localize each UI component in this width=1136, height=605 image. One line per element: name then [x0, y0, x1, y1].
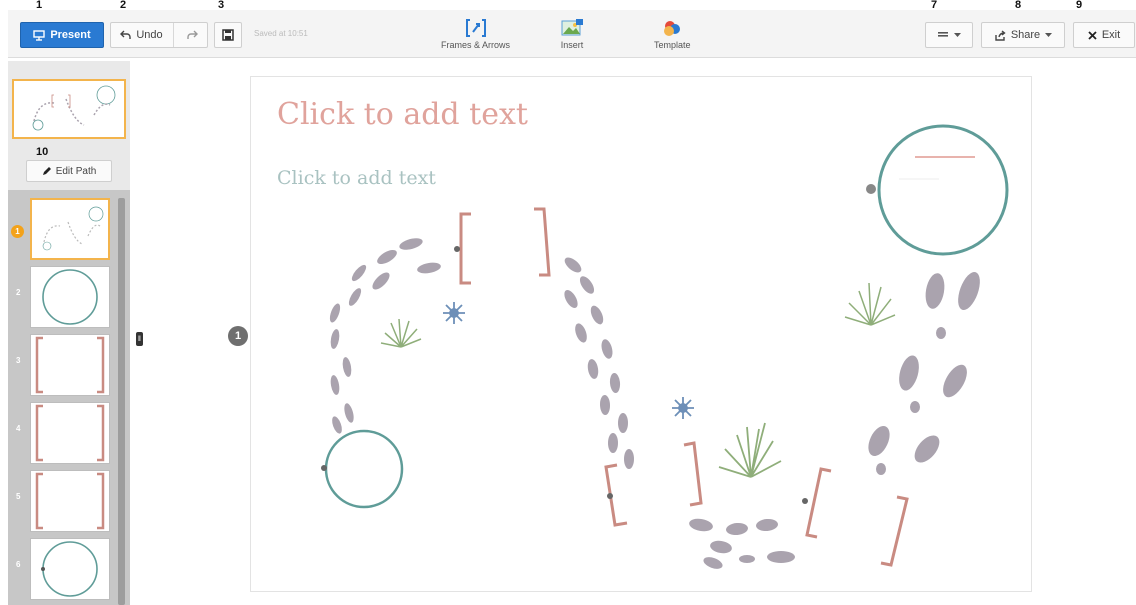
frames-arrows-tool[interactable]: Frames & Arrows — [441, 18, 510, 50]
undo-label: Undo — [136, 29, 163, 41]
thumb-preview — [42, 206, 104, 251]
grass-plant[interactable] — [844, 282, 896, 326]
path-thumb-4[interactable] — [30, 402, 110, 464]
path-thumb-2[interactable] — [30, 266, 110, 328]
chevron-down-icon — [954, 32, 961, 37]
canvas-artwork — [321, 124, 1009, 569]
chevron-down-icon — [1045, 32, 1053, 37]
present-button[interactable]: Present — [20, 22, 104, 48]
save-icon — [222, 29, 234, 41]
top-toolbar: Present Undo Saved at 10:51 Frames & Arr… — [8, 10, 1136, 58]
path-thumb-1[interactable] — [30, 198, 110, 260]
overview-preview — [32, 85, 116, 131]
thumb-preview — [35, 472, 105, 530]
grass-plant[interactable] — [718, 422, 782, 478]
succulent-plant[interactable] — [672, 397, 694, 419]
callout-10: 10 — [36, 146, 49, 158]
edit-path-label: Edit Path — [55, 165, 97, 177]
grass-plant[interactable] — [380, 318, 422, 348]
path-step-marker[interactable]: 1 — [228, 326, 248, 346]
thumb-preview — [42, 269, 98, 325]
present-icon — [33, 29, 46, 41]
succulent-plant[interactable] — [443, 302, 465, 324]
circle-frame-small[interactable] — [321, 429, 404, 509]
undo-icon — [120, 30, 132, 39]
edit-path-button[interactable]: Edit Path — [26, 160, 112, 182]
overview-thumbnail[interactable] — [12, 79, 126, 139]
undo-button[interactable]: Undo — [120, 23, 174, 47]
thumbnail-scrollbar[interactable] — [118, 198, 125, 605]
undo-redo-group: Undo — [110, 22, 208, 48]
thumb-number: 2 — [16, 288, 21, 297]
exit-button[interactable]: Exit — [1073, 22, 1135, 48]
thumb-number: 6 — [16, 560, 21, 569]
present-label: Present — [50, 29, 91, 41]
template-tool[interactable]: Template — [654, 18, 691, 50]
insert-tool[interactable]: Insert — [560, 18, 584, 50]
pencil-icon — [42, 167, 51, 175]
thumb-number: 3 — [16, 356, 21, 365]
path-thumb-5[interactable] — [30, 470, 110, 532]
save-button[interactable] — [214, 22, 242, 48]
frames-arrows-icon — [465, 19, 486, 37]
share-label: Share — [1010, 29, 1041, 41]
saved-status: Saved at 10:51 — [254, 29, 308, 38]
share-icon — [995, 29, 1006, 41]
menu-button[interactable] — [925, 22, 973, 48]
template-label: Template — [654, 40, 691, 50]
thumb-number: 5 — [16, 492, 21, 501]
insert-label: Insert — [560, 40, 584, 50]
bracket-frame-1[interactable] — [454, 207, 551, 285]
sidebar-collapse-handle[interactable]: ‖ — [136, 332, 143, 346]
circle-frame-large[interactable] — [866, 124, 1009, 256]
redo-icon — [186, 30, 198, 39]
thumb-preview — [41, 541, 98, 597]
thumb-number: 4 — [16, 424, 21, 433]
menu-icon — [938, 31, 948, 37]
bracket-frame-2[interactable] — [604, 441, 703, 527]
bracket-frame-3[interactable] — [802, 467, 909, 567]
prezi-editor: 1 2 3 4 5 6 7 8 9 Present Undo Saved at … — [0, 0, 1136, 605]
close-icon — [1088, 30, 1097, 40]
footprints-trail — [329, 238, 980, 569]
presentation-canvas[interactable]: Click to add text Click to add text — [250, 76, 1032, 592]
path-thumb-3[interactable] — [30, 334, 110, 396]
frames-arrows-label: Frames & Arrows — [441, 40, 511, 50]
active-step-badge: 1 — [11, 225, 24, 238]
insert-image-icon — [561, 19, 583, 36]
path-thumbnail-list: 1 2 3 4 5 6 — [8, 190, 130, 605]
thumb-preview — [35, 404, 105, 462]
template-icon — [664, 21, 681, 36]
path-thumb-6[interactable] — [30, 538, 110, 600]
share-button[interactable]: Share — [981, 22, 1065, 48]
exit-label: Exit — [1101, 29, 1121, 41]
path-sidebar: 10 Edit Path 1 2 3 4 5 6 — [8, 61, 130, 605]
thumb-preview — [35, 336, 105, 394]
redo-button[interactable] — [179, 30, 198, 40]
